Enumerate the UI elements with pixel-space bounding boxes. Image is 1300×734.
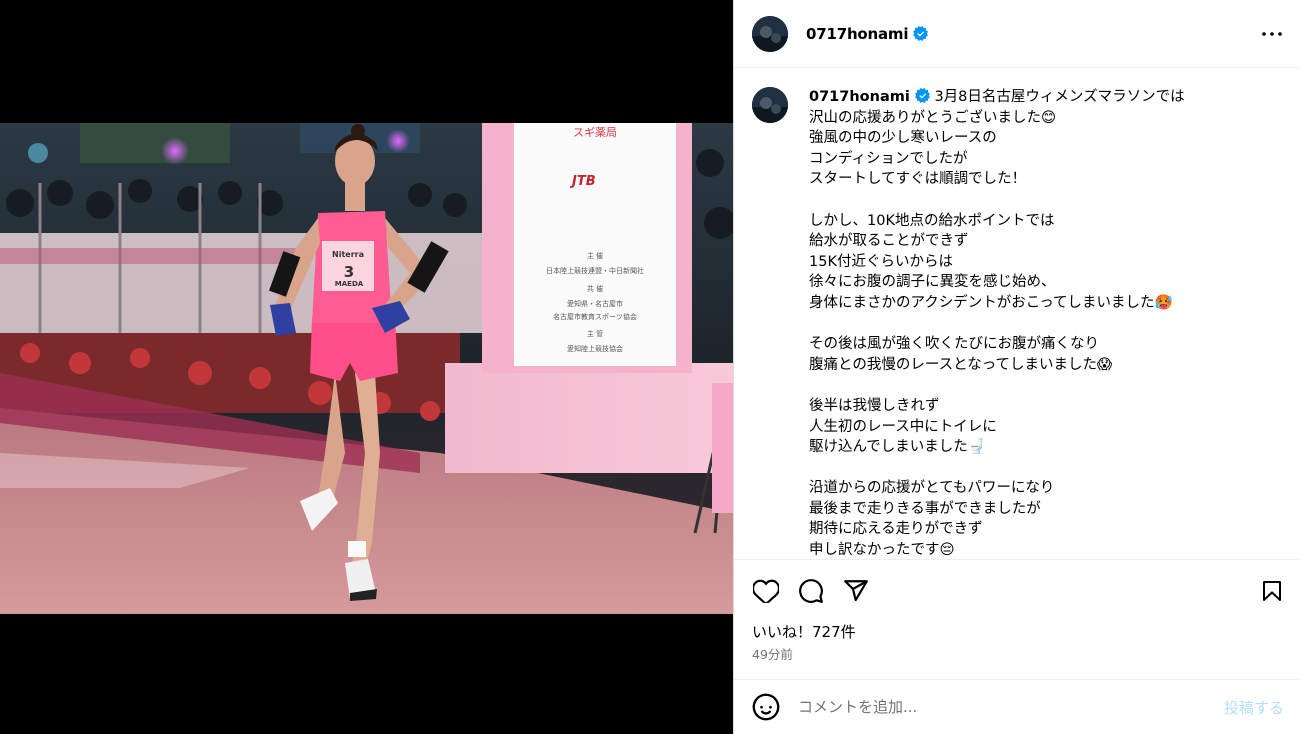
instagram-post-modal: スギ薬局 JTB 主 催 日本陸上競技連盟・中日新聞社 共 催 愛知県・名古屋市…: [0, 0, 1300, 734]
share-icon[interactable]: [842, 577, 870, 605]
emoji-icon[interactable]: [752, 693, 780, 721]
sign-line: 愛知陸上競技協会: [567, 344, 623, 353]
caption-line: 身体にまさかのアクシデントがおこってしまいました🥵: [809, 294, 1173, 311]
post-actions: いいね！727件 49分前: [734, 559, 1300, 679]
caption-line: その後は風が強く吹くたびにお腹が痛くなり: [809, 336, 1099, 353]
caption-line: [809, 314, 1269, 335]
likes-count[interactable]: いいね！727件: [752, 622, 1286, 642]
comment-icon[interactable]: [797, 577, 825, 605]
verified-badge-icon: [913, 25, 929, 41]
sign-jtb: JTB: [569, 174, 596, 189]
caption-line: 腹痛との我慢のレースとなってしまいました😱: [809, 356, 1113, 373]
caption-avatar[interactable]: [752, 87, 788, 123]
post-header: 0717honami: [734, 0, 1300, 68]
caption-line: 期待に応える走りができず: [809, 521, 983, 538]
caption-line: 15K付近ぐらいからは: [809, 253, 953, 270]
bookmark-icon[interactable]: [1258, 577, 1286, 605]
action-icons: [752, 560, 1286, 622]
verified-badge-icon: [914, 88, 930, 103]
bib-name: MAEDA: [335, 280, 364, 288]
caption-line: 0717honami 3月8日名古屋ウィメンズマラソンでは: [809, 87, 1269, 108]
caption-line: コンディションでしたが: [809, 150, 968, 167]
bib-sponsor: Niterra: [332, 250, 364, 259]
more-options-icon[interactable]: [1260, 22, 1284, 46]
sign-line: 名古屋市教育スポーツ協会: [553, 312, 637, 321]
caption-username[interactable]: 0717honami: [809, 88, 930, 105]
caption-line: 給水が取ることができず: [809, 233, 969, 250]
marathon-photo: スギ薬局 JTB 主 催 日本陸上競技連盟・中日新聞社 共 催 愛知県・名古屋市…: [0, 123, 733, 614]
caption-line: [809, 190, 1269, 211]
comment-bar: 投稿する: [734, 679, 1300, 734]
comment-input[interactable]: [798, 698, 1224, 716]
avatar[interactable]: [752, 15, 788, 52]
caption-line: スタートしてすぐは順調でした！: [809, 171, 1027, 188]
sign-line: 主 催: [587, 251, 603, 260]
caption-line: 駆け込んでしまいました🚽: [809, 439, 986, 456]
post-comment-button[interactable]: 投稿する: [1224, 697, 1284, 718]
caption-area[interactable]: 0717honami 3月8日名古屋ウィメンズマラソンでは 沢山の応援ありがとう…: [734, 69, 1300, 559]
sign-line: 主 管: [587, 329, 603, 338]
sign-line: 日本陸上競技連盟・中日新聞社: [546, 266, 644, 275]
sign-brand: スギ薬局: [573, 126, 617, 139]
caption-line: 沿道からの応援がとてもパワーになり: [809, 480, 1055, 497]
sign-line: 共 催: [587, 284, 603, 293]
caption-line: 申し訳なかったです😔: [809, 542, 955, 559]
caption: 0717honami 3月8日名古屋ウィメンズマラソンでは 沢山の応援ありがとう…: [752, 87, 1284, 559]
caption-line: [809, 458, 1269, 479]
caption-line: しかし、10K地点の給水ポイントでは: [809, 212, 1055, 229]
bib-number: 3: [344, 263, 354, 281]
caption-text: 0717honami 3月8日名古屋ウィメンズマラソンでは 沢山の応援ありがとう…: [809, 87, 1269, 559]
caption-line: 沢山の応援ありがとうございました😊: [809, 109, 1057, 126]
caption-line: 後半は我慢しきれず: [809, 397, 940, 414]
caption-line: 強風の中の少し寒いレースの: [809, 130, 997, 147]
username-text[interactable]: 0717honami: [806, 25, 909, 43]
post-username[interactable]: 0717honami: [806, 25, 929, 43]
sign-line: 愛知県・名古屋市: [567, 299, 623, 308]
caption-line: 最後まで走りきる事ができましたが: [809, 500, 1041, 517]
caption-line: [809, 375, 1269, 396]
post-media: スギ薬局 JTB 主 催 日本陸上競技連盟・中日新聞社 共 催 愛知県・名古屋市…: [0, 0, 733, 734]
caption-line: 人生初のレース中にトイレに: [809, 418, 997, 435]
caption-line-text: 3月8日名古屋ウィメンズマラソンでは: [934, 89, 1185, 105]
post-panel: 0717honami 0717honami 3月8日名古屋ウィメンズマラソンでは…: [733, 0, 1300, 734]
heart-icon[interactable]: [752, 577, 780, 605]
caption-username-text[interactable]: 0717honami: [809, 89, 910, 105]
post-time[interactable]: 49分前: [752, 644, 1286, 663]
post-photo[interactable]: スギ薬局 JTB 主 催 日本陸上競技連盟・中日新聞社 共 催 愛知県・名古屋市…: [0, 123, 733, 614]
caption-line: 徐々にお腹の調子に異変を感じ始め、: [809, 274, 1056, 291]
